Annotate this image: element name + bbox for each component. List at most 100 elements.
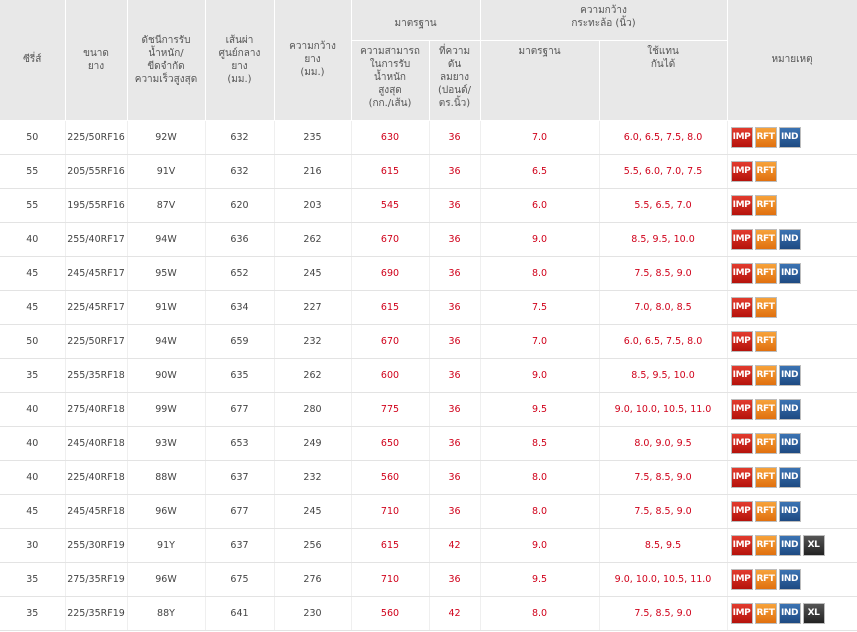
cell-rim-standard: 7.0	[480, 324, 600, 359]
cell-max-load: 615	[351, 290, 430, 325]
cell-max-load: 710	[351, 494, 430, 529]
header-diameter: เส้นผ่า ศูนย์กลาง ยาง (มม.)	[205, 0, 275, 121]
cell-rim-standard: 9.5	[480, 562, 600, 597]
table-row: 45 245/45RF17 95W 652 245 690 36 8.0 7.5, 8.5, 9…	[0, 256, 857, 291]
cell-width: 203	[274, 188, 352, 223]
cell-load-index: 88Y	[127, 596, 206, 631]
cell-load-index: 91W	[127, 290, 206, 325]
cell-notes: IMP RFT IND	[727, 426, 857, 461]
rft-badge-icon: RFT	[754, 330, 777, 352]
cell-diameter: 637	[205, 528, 275, 563]
cell-pressure: 36	[429, 460, 481, 495]
table-row: 55 195/55RF16 87V 620 203 545 36 6.0 5.5, 6.5, 7…	[0, 188, 857, 223]
cell-load-index: 96W	[127, 562, 206, 597]
imp-badge-icon: IMP	[730, 160, 753, 182]
cell-notes: IMP RFT	[727, 188, 857, 223]
cell-diameter: 620	[205, 188, 275, 223]
cell-rim-alt: 7.0, 8.0, 8.5	[599, 290, 728, 325]
cell-notes: IMP RFT IND	[727, 222, 857, 257]
cell-series: 40	[0, 426, 66, 461]
cell-diameter: 634	[205, 290, 275, 325]
cell-rim-alt: 7.5, 8.5, 9.0	[599, 494, 728, 529]
cell-load-index: 96W	[127, 494, 206, 529]
cell-diameter: 637	[205, 460, 275, 495]
imp-badge-icon: IMP	[730, 500, 753, 522]
rft-badge-icon: RFT	[754, 194, 777, 216]
cell-notes: IMP RFT IND	[727, 460, 857, 495]
imp-badge-icon: IMP	[730, 194, 753, 216]
cell-diameter: 675	[205, 562, 275, 597]
cell-width: 230	[274, 596, 352, 631]
cell-rim-alt: 8.0, 9.0, 9.5	[599, 426, 728, 461]
imp-badge-icon: IMP	[730, 568, 753, 590]
cell-notes: IMP RFT IND	[727, 562, 857, 597]
cell-load-index: 99W	[127, 392, 206, 427]
cell-series: 55	[0, 188, 66, 223]
table-row: 40 275/40RF18 99W 677 280 775 36 9.5 9.0, 10.0, …	[0, 392, 857, 427]
cell-diameter: 635	[205, 358, 275, 393]
cell-width: 245	[274, 494, 352, 529]
cell-max-load: 710	[351, 562, 430, 597]
imp-badge-icon: IMP	[730, 432, 753, 454]
cell-width: 232	[274, 324, 352, 359]
cell-width: 216	[274, 154, 352, 189]
header-rim-group: ความกว้าง กระทะล้อ (นิ้ว)	[480, 0, 728, 41]
cell-series: 45	[0, 290, 66, 325]
header-rim-alt: ใช้แทน กันได้	[599, 40, 728, 121]
cell-diameter: 632	[205, 120, 275, 155]
rft-badge-icon: RFT	[754, 534, 777, 556]
rft-badge-icon: RFT	[754, 296, 777, 318]
cell-diameter: 653	[205, 426, 275, 461]
cell-series: 35	[0, 358, 66, 393]
cell-pressure: 36	[429, 392, 481, 427]
cell-rim-alt: 9.0, 10.0, 10.5, 11.0	[599, 562, 728, 597]
cell-rim-standard: 8.5	[480, 426, 600, 461]
table-row: 40 255/40RF17 94W 636 262 670 36 9.0 8.5, 9.5, 1…	[0, 222, 857, 257]
cell-rim-standard: 9.0	[480, 358, 600, 393]
cell-width: 256	[274, 528, 352, 563]
cell-size: 245/45RF17	[65, 256, 128, 291]
rft-badge-icon: RFT	[754, 398, 777, 420]
rft-badge-icon: RFT	[754, 160, 777, 182]
cell-series: 35	[0, 562, 66, 597]
cell-rim-standard: 8.0	[480, 256, 600, 291]
cell-rim-alt: 8.5, 9.5	[599, 528, 728, 563]
cell-pressure: 36	[429, 494, 481, 529]
cell-rim-alt: 6.0, 6.5, 7.5, 8.0	[599, 324, 728, 359]
cell-pressure: 36	[429, 222, 481, 257]
cell-load-index: 94W	[127, 324, 206, 359]
cell-size: 245/40RF18	[65, 426, 128, 461]
cell-series: 40	[0, 460, 66, 495]
cell-diameter: 636	[205, 222, 275, 257]
table-row: 45 225/45RF17 91W 634 227 615 36 7.5 7.0, 8.0, 8…	[0, 290, 857, 325]
rft-badge-icon: RFT	[754, 500, 777, 522]
cell-diameter: 652	[205, 256, 275, 291]
cell-series: 35	[0, 596, 66, 631]
cell-width: 249	[274, 426, 352, 461]
cell-pressure: 36	[429, 188, 481, 223]
header-size: ขนาด ยาง	[65, 0, 128, 121]
cell-size: 255/35RF18	[65, 358, 128, 393]
cell-pressure: 36	[429, 256, 481, 291]
cell-size: 225/45RF17	[65, 290, 128, 325]
cell-notes: IMP RFT IND	[727, 120, 857, 155]
cell-notes: IMP RFT IND XL	[727, 596, 857, 631]
cell-rim-alt: 7.5, 8.5, 9.0	[599, 256, 728, 291]
cell-width: 245	[274, 256, 352, 291]
rft-badge-icon: RFT	[754, 364, 777, 386]
cell-notes: IMP RFT	[727, 324, 857, 359]
table-row: 40 245/40RF18 93W 653 249 650 36 8.5 8.0, 9.0, 9…	[0, 426, 857, 461]
table-row: 40 225/40RF18 88W 637 232 560 36 8.0 7.5, 8.5, 9…	[0, 460, 857, 495]
ind-badge-icon: IND	[778, 126, 801, 148]
cell-notes: IMP RFT	[727, 290, 857, 325]
table-row: 50 225/50RF16 92W 632 235 630 36 7.0 6.0, 6.5, 7…	[0, 120, 857, 155]
cell-width: 235	[274, 120, 352, 155]
cell-size: 205/55RF16	[65, 154, 128, 189]
cell-diameter: 677	[205, 494, 275, 529]
table-row: 45 245/45RF18 96W 677 245 710 36 8.0 7.5, 8.5, 9…	[0, 494, 857, 529]
ind-badge-icon: IND	[778, 602, 801, 624]
rft-badge-icon: RFT	[754, 262, 777, 284]
cell-notes: IMP RFT IND	[727, 392, 857, 427]
imp-badge-icon: IMP	[730, 262, 753, 284]
cell-size: 225/50RF17	[65, 324, 128, 359]
